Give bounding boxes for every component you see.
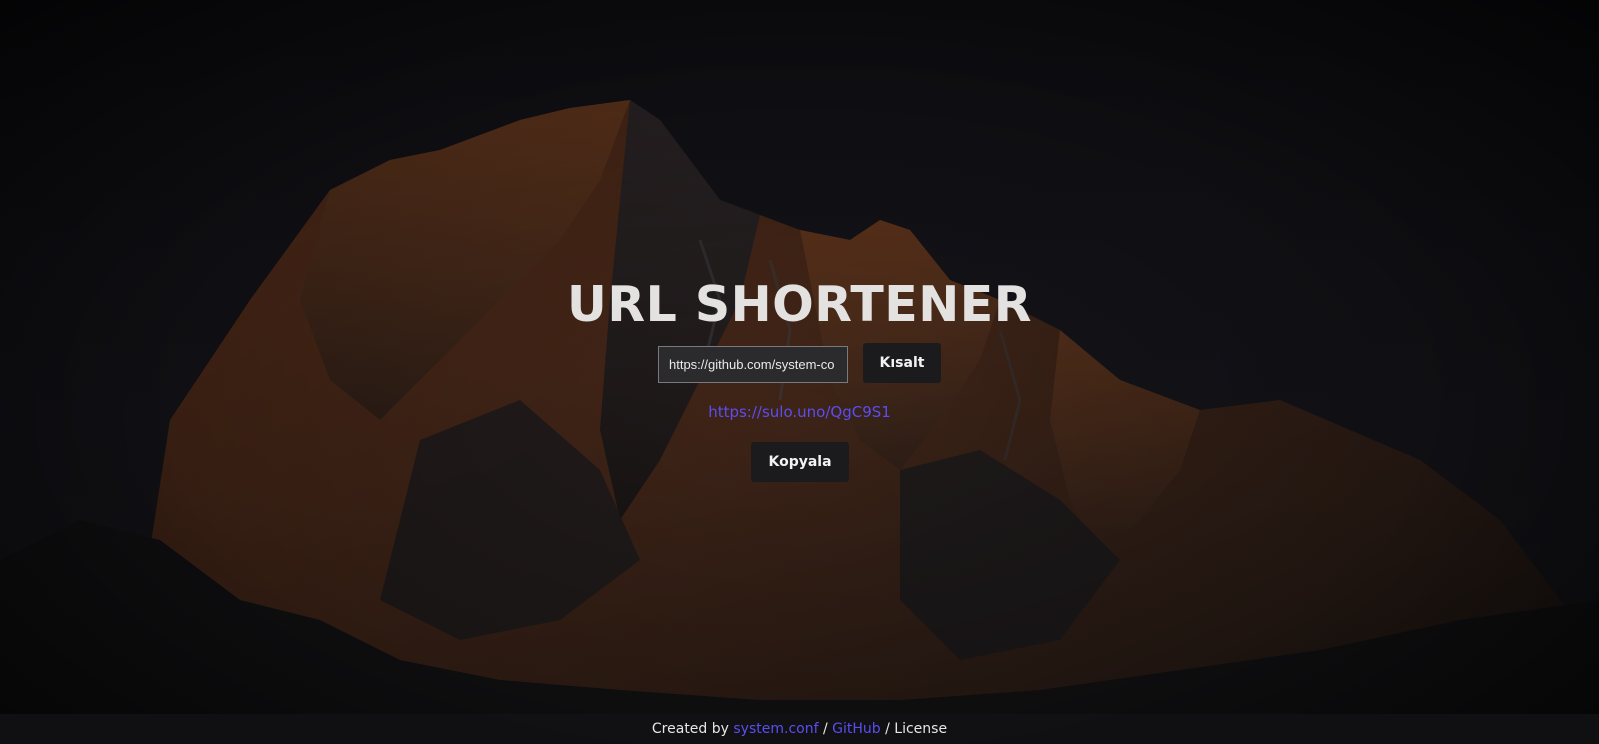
footer: Created by system.conf / GitHub / Licens… [0, 714, 1599, 744]
footer-separator: / [822, 721, 828, 737]
github-link[interactable]: GitHub [832, 721, 881, 737]
short-url-link[interactable]: https://sulo.uno/QgC9S1 [708, 403, 891, 421]
page-title: URL SHORTENER [567, 276, 1032, 333]
url-input[interactable] [658, 346, 848, 383]
short-url-row: https://sulo.uno/QgC9S1 [0, 402, 1599, 422]
main-content: URL SHORTENER Kısalt https://sulo.uno/Qg… [0, 0, 1599, 744]
footer-separator: / [885, 721, 890, 737]
footer-prefix: Created by [651, 721, 729, 737]
copy-button[interactable]: Kopyala [751, 442, 849, 482]
shorten-button[interactable]: Kısalt [863, 343, 941, 383]
author-link[interactable]: system.conf [733, 721, 818, 737]
page: URL SHORTENER Kısalt https://sulo.uno/Qg… [0, 0, 1599, 744]
license-text: License [894, 721, 948, 737]
